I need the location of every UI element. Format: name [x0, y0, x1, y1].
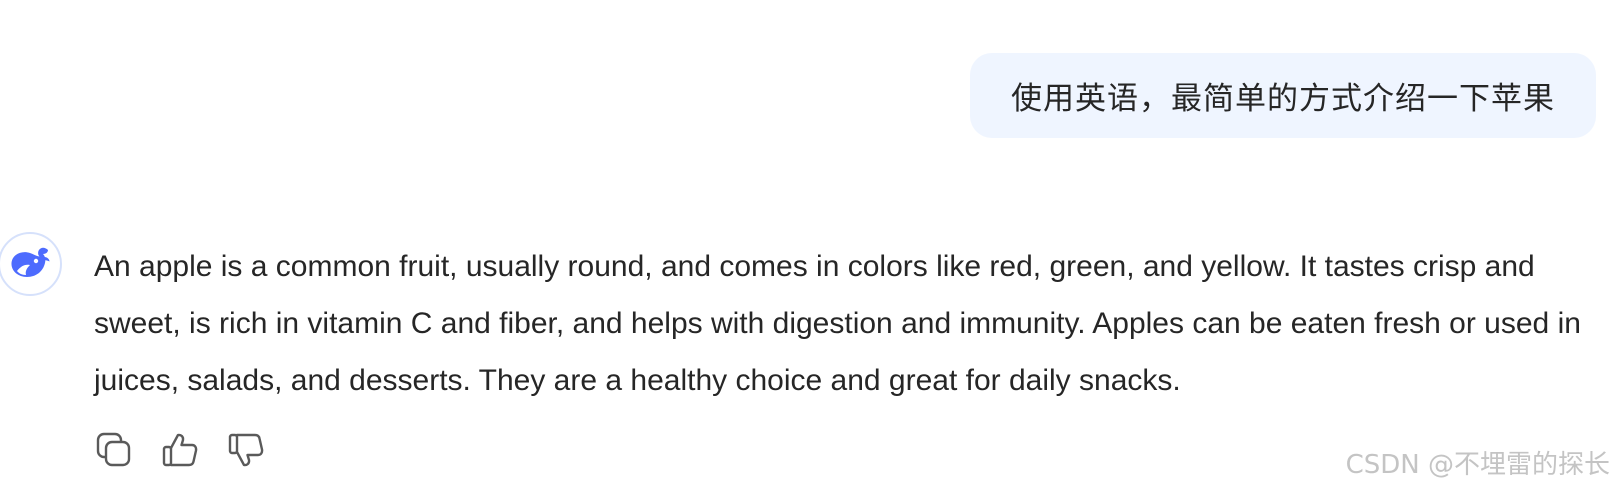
thumbs-up-icon	[161, 431, 199, 474]
user-message-text: 使用英语，最简单的方式介绍一下苹果	[1011, 81, 1555, 117]
copy-button[interactable]	[94, 432, 134, 472]
assistant-response-text: An apple is a common fruit, usually roun…	[94, 250, 1581, 397]
response-actions	[94, 432, 266, 472]
copy-icon	[95, 431, 133, 474]
like-button[interactable]	[160, 432, 200, 472]
dislike-button[interactable]	[226, 432, 266, 472]
watermark: CSDN @不埋雷的探长	[1346, 444, 1610, 481]
user-message-bubble: 使用英语，最简单的方式介绍一下苹果	[970, 53, 1596, 138]
deepseek-whale-icon	[8, 244, 52, 285]
assistant-avatar	[0, 232, 62, 296]
thumbs-down-icon	[227, 431, 265, 474]
watermark-text: CSDN @不埋雷的探长	[1345, 450, 1610, 480]
